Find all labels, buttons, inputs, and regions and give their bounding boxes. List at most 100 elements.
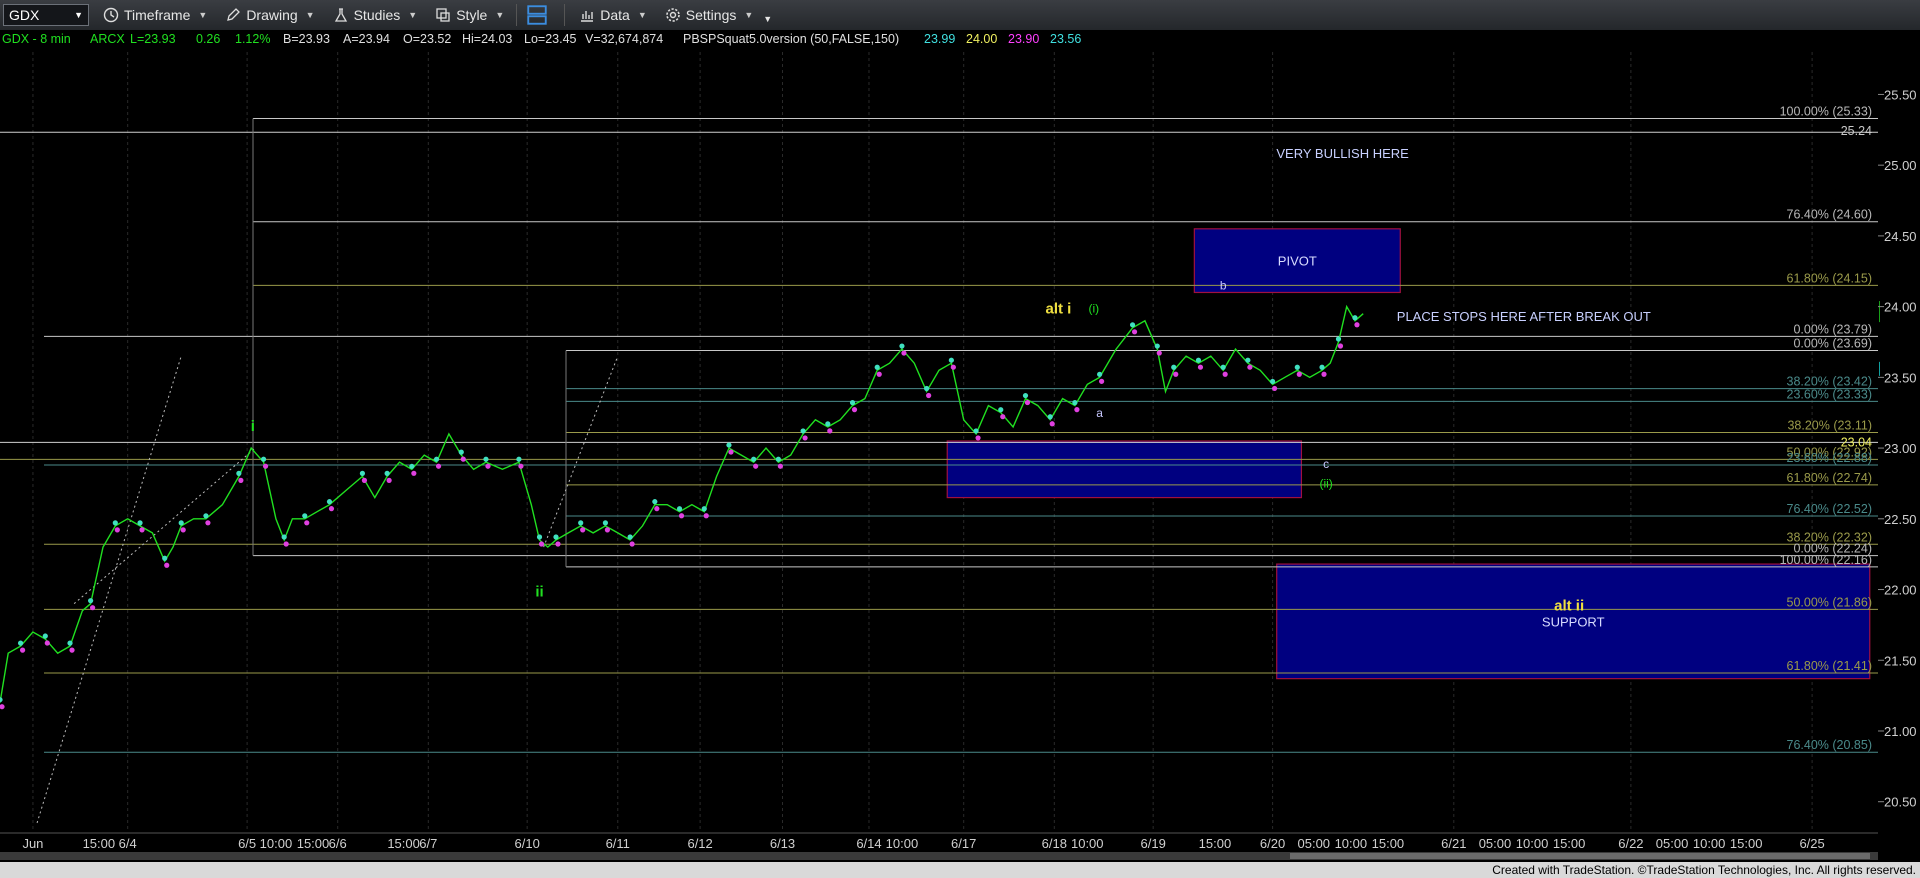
study-dot xyxy=(800,428,806,434)
footer: Created with TradeStation. ©TradeStation… xyxy=(0,862,1920,878)
fib-level-label: 61.80% (21.41) xyxy=(1787,659,1872,673)
x-tick-label: 6/10 xyxy=(515,836,540,851)
zone-box xyxy=(946,440,1303,499)
study-dot xyxy=(825,421,831,427)
timeframe-button[interactable]: Timeframe ▼ xyxy=(99,2,211,28)
overflow-menu-button[interactable]: ▼ xyxy=(759,2,776,28)
study-dot xyxy=(178,520,184,526)
study-dot xyxy=(1097,371,1103,377)
study-dot xyxy=(553,534,559,540)
fib-level-label: 23.60% (23.33) xyxy=(1787,387,1872,401)
fib-level-label: 61.80% (24.15) xyxy=(1787,271,1872,285)
high: Hi=24.03 xyxy=(462,32,512,46)
y-tick-label: 20.50 xyxy=(1884,795,1917,810)
study-dot xyxy=(1099,378,1105,384)
chart-annotation: (ii) xyxy=(1319,477,1332,491)
scrollbar-thumb xyxy=(1290,853,1870,859)
study-dot xyxy=(728,449,734,455)
study-dot xyxy=(42,633,48,639)
study-dot xyxy=(1131,329,1138,335)
study-value: 23.99 xyxy=(924,32,955,46)
study-dot xyxy=(802,435,808,441)
x-tick-label: 05:00 xyxy=(1656,836,1689,851)
x-tick-label: 15:00 xyxy=(387,836,420,851)
study-dot xyxy=(238,477,244,483)
y-tick-label: 21.50 xyxy=(1884,653,1917,668)
layout-icon xyxy=(527,5,547,25)
data-label: Data xyxy=(600,7,630,23)
x-tick-label: 10:00 xyxy=(260,836,293,851)
price-chart[interactable]: PIVOT SUPPORT 100.00% (25.33) 76.40% (24.6… xyxy=(0,30,1920,862)
study-dot xyxy=(516,456,522,462)
chevron-down-icon: ▼ xyxy=(744,10,754,20)
symbol-text: GDX xyxy=(9,7,40,23)
study-dot xyxy=(1197,364,1204,370)
study-dot xyxy=(1195,357,1202,363)
layout-button[interactable] xyxy=(523,2,556,28)
study-dot xyxy=(205,520,211,526)
settings-button[interactable]: Settings ▼ xyxy=(661,2,758,28)
study-dot xyxy=(1154,343,1160,349)
study-dot xyxy=(114,527,120,533)
x-tick-label: 6/18 xyxy=(1042,836,1067,851)
study-dot xyxy=(975,435,981,441)
x-tick-label: 6/21 xyxy=(1441,836,1466,851)
study-dot xyxy=(433,456,440,462)
study-dot xyxy=(1049,421,1055,427)
y-tick-label: 25.00 xyxy=(1884,158,1917,173)
bid: B=23.93 xyxy=(283,32,330,46)
study-dot xyxy=(19,647,26,653)
symbol-selector[interactable]: GDX ▼ xyxy=(3,4,89,26)
chevron-down-icon: ▼ xyxy=(495,10,505,20)
study-value: 24.00 xyxy=(966,32,997,46)
chevron-down-icon: ▼ xyxy=(637,10,647,20)
study-dot xyxy=(302,513,308,519)
study-dot xyxy=(924,385,930,392)
x-tick-label: 10:00 xyxy=(1071,836,1104,851)
study-dot xyxy=(998,407,1004,413)
chart-annotation: ii xyxy=(535,584,543,601)
data-button[interactable]: Data ▼ xyxy=(575,2,651,28)
study-dot xyxy=(1245,357,1251,363)
toolbar-divider xyxy=(564,4,566,26)
pencil-icon xyxy=(227,8,241,21)
drawing-label: Drawing xyxy=(246,7,298,23)
study-dot xyxy=(88,598,94,604)
fib-level-label: 0.00% (23.79) xyxy=(1793,322,1872,336)
toolbar-divider xyxy=(516,4,518,26)
price-axis: 25.50 25.00 24.50 24.00 23.50 23.00 22.50 22.00… xyxy=(1878,30,1920,862)
studies-button[interactable]: Studies ▼ xyxy=(329,2,422,28)
study-dot xyxy=(458,449,464,455)
study-dot xyxy=(328,506,335,512)
study-dot xyxy=(629,541,635,547)
toolbar: GDX ▼ Timeframe ▼ Drawing ▼ Studies ▼ St… xyxy=(0,0,1920,31)
y-tick-label: 24.50 xyxy=(1884,229,1917,244)
study-dot xyxy=(411,470,417,476)
fib-level-label: 100.00% (22.16) xyxy=(1780,553,1872,567)
study-dot xyxy=(703,513,709,519)
study-dot xyxy=(1271,385,1278,392)
drawing-button[interactable]: Drawing ▼ xyxy=(221,2,318,28)
study-dot xyxy=(753,463,759,469)
style-label: Style xyxy=(456,7,488,23)
x-tick-label: 6/19 xyxy=(1141,836,1166,851)
chevron-down-icon: ▼ xyxy=(198,10,208,20)
study-dot xyxy=(726,442,732,448)
study-dot xyxy=(536,534,543,540)
x-tick-label: 6/22 xyxy=(1618,836,1643,851)
study-dot xyxy=(67,640,73,646)
fib-level-label: 38.20% (23.11) xyxy=(1787,419,1872,433)
y-tick-label: 24.00 xyxy=(1884,300,1917,315)
chart-annotation: VERY BULLISH HERE xyxy=(1276,146,1409,161)
study-dot xyxy=(901,350,907,356)
study-dot xyxy=(604,527,611,533)
study-dot xyxy=(361,477,368,483)
study-dot xyxy=(1129,322,1136,328)
study-dot xyxy=(460,456,466,462)
time-axis: Jun 15:00 6/4 6/5 10:00 15:00 6/6 15:00 6/7 6/10 6… xyxy=(0,832,1920,862)
style-button[interactable]: Style ▼ xyxy=(431,2,508,28)
study-dot xyxy=(137,520,143,526)
x-tick-label: 6/7 xyxy=(419,836,437,851)
study-dot xyxy=(485,463,491,469)
study-dot xyxy=(676,506,683,512)
